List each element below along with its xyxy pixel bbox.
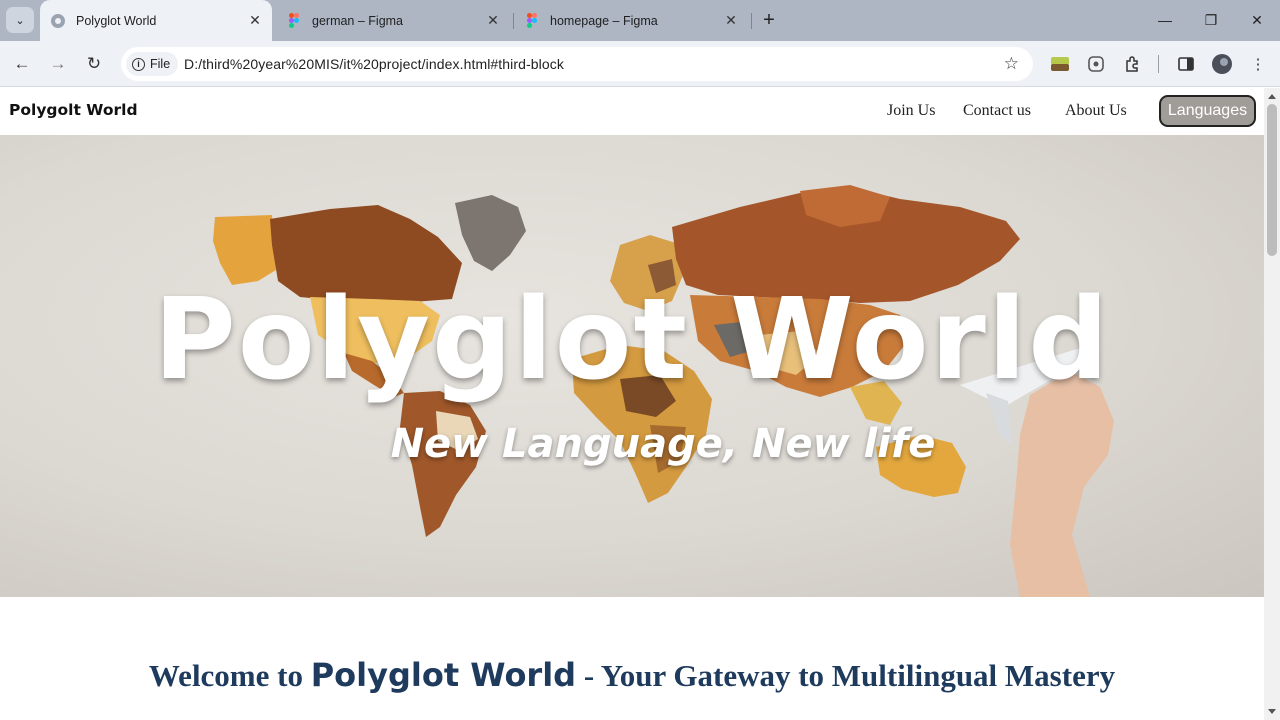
welcome-suffix: - Your Gateway to Multilingual Mastery xyxy=(576,658,1116,693)
browser-toolbar: ← → ↻ i File D:/third%20year%20MIS/it%20… xyxy=(0,41,1280,87)
close-icon[interactable]: ✕ xyxy=(248,13,262,27)
tab-separator xyxy=(751,13,752,29)
more-menu-icon[interactable]: ⋮ xyxy=(1246,52,1270,76)
back-arrow-icon[interactable]: ← xyxy=(9,51,35,77)
side-panel-icon[interactable] xyxy=(1174,52,1198,76)
tab-title: Polyglot World xyxy=(76,13,157,28)
hero-banner: Polyglot World New Language, New life xyxy=(0,135,1264,597)
info-icon: i xyxy=(132,57,145,71)
welcome-heading: Welcome to Polyglot World - Your Gateway… xyxy=(0,656,1264,694)
minimize-icon[interactable]: — xyxy=(1150,8,1180,32)
tab-german-figma[interactable]: german – Figma ✕ xyxy=(276,0,510,41)
forward-arrow-icon[interactable]: → xyxy=(45,51,71,77)
close-icon[interactable]: ✕ xyxy=(486,13,500,27)
site-navbar: Polygolt World Join Us Contact us About … xyxy=(0,88,1264,135)
figma-icon xyxy=(524,13,540,29)
browser-tab-strip: ⌄ Polyglot World ✕ german – Figma ✕ home… xyxy=(0,0,1280,41)
nav-about-us[interactable]: About Us xyxy=(1065,102,1127,120)
scroll-down-arrow-icon[interactable] xyxy=(1268,709,1276,714)
welcome-prefix: Welcome to xyxy=(148,658,311,693)
hero-title: Polyglot World xyxy=(153,275,1111,405)
hero-subtitle: New Language, New life xyxy=(390,421,936,467)
restore-icon[interactable]: ❐ xyxy=(1196,8,1226,32)
address-bar[interactable]: i File D:/third%20year%20MIS/it%20projec… xyxy=(121,47,1033,81)
site-logo[interactable]: Polygolt World xyxy=(9,101,138,119)
reload-icon[interactable]: ↻ xyxy=(81,51,107,77)
scroll-up-arrow-icon[interactable] xyxy=(1268,94,1276,99)
shield-extension-icon[interactable] xyxy=(1084,52,1108,76)
window-close-icon[interactable]: ✕ xyxy=(1242,8,1272,32)
tab-homepage-figma[interactable]: homepage – Figma ✕ xyxy=(514,0,748,41)
languages-button[interactable]: Languages xyxy=(1159,95,1256,127)
tab-polyglot-world[interactable]: Polyglot World ✕ xyxy=(40,0,272,41)
profile-avatar-icon[interactable] xyxy=(1210,52,1234,76)
page-viewport: Polygolt World Join Us Contact us About … xyxy=(0,88,1264,720)
file-label: File xyxy=(150,57,171,71)
globe-icon xyxy=(50,13,66,29)
nav-contact-us[interactable]: Contact us xyxy=(963,102,1031,120)
toolbar-divider xyxy=(1158,55,1159,73)
scroll-thumb[interactable] xyxy=(1267,104,1277,256)
tab-title: homepage – Figma xyxy=(550,13,658,28)
welcome-brand: Polyglot World xyxy=(310,656,577,694)
nav-join-us[interactable]: Join Us xyxy=(887,102,935,120)
url-text[interactable]: D:/third%20year%20MIS/it%20project/index… xyxy=(184,56,564,72)
new-tab-plus-icon[interactable]: + xyxy=(758,9,780,31)
page-scrollbar[interactable] xyxy=(1264,88,1280,720)
puzzle-extensions-icon[interactable] xyxy=(1120,52,1144,76)
extension-badge-icon[interactable] xyxy=(1048,52,1072,76)
tab-search-button[interactable]: ⌄ xyxy=(6,7,34,33)
chevron-down-icon: ⌄ xyxy=(15,14,25,27)
bookmark-star-icon[interactable]: ☆ xyxy=(1004,54,1019,74)
site-info-chip[interactable]: i File xyxy=(126,52,179,76)
close-icon[interactable]: ✕ xyxy=(724,13,738,27)
tab-title: german – Figma xyxy=(312,13,404,28)
figma-icon xyxy=(286,13,302,29)
